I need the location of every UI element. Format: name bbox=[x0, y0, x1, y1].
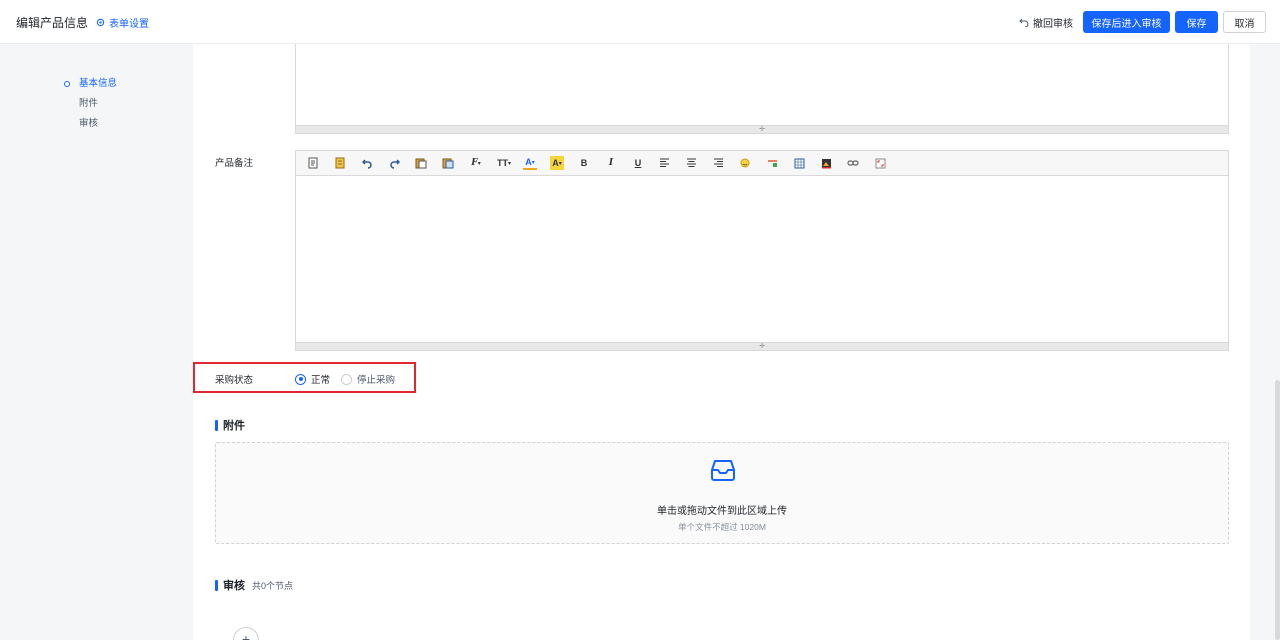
paste-text-icon[interactable] bbox=[441, 156, 455, 170]
form-settings-link[interactable]: 表单设置 bbox=[96, 15, 149, 30]
section-title-text: 审核 bbox=[223, 580, 245, 592]
radio-unchecked-icon[interactable] bbox=[341, 373, 352, 385]
table-icon[interactable] bbox=[792, 156, 806, 170]
undo-arrow-icon bbox=[1019, 18, 1029, 27]
node-count: 共0个节点 bbox=[252, 580, 294, 591]
page-scrollbar[interactable] bbox=[1275, 380, 1280, 640]
active-dot-icon bbox=[64, 81, 70, 87]
resize-grip-icon[interactable]: ✛ bbox=[759, 126, 765, 133]
section-accent-bar bbox=[215, 579, 218, 591]
editor-toolbar: F ▾ TT ▾ A ▾ A ▾ B I U bbox=[296, 151, 1228, 176]
nav-item-label: 附件 bbox=[79, 98, 99, 109]
highlight-color-icon[interactable]: A ▾ bbox=[550, 156, 564, 170]
upload-text: 单击或拖动文件到此区域上传 bbox=[657, 506, 787, 517]
source-icon[interactable] bbox=[306, 156, 320, 170]
editor-resize-bar[interactable]: ✛ bbox=[296, 125, 1228, 133]
radio-normal[interactable]: 正常 bbox=[295, 372, 330, 386]
font-size-icon[interactable]: TT ▾ bbox=[497, 156, 511, 170]
radio-label: 停止采购 bbox=[357, 375, 396, 386]
upload-hint: 单个文件不超过 1020M bbox=[678, 522, 766, 532]
form-settings-label: 表单设置 bbox=[109, 19, 149, 30]
link-icon[interactable] bbox=[846, 156, 860, 170]
attachments-section-title: 附件 bbox=[215, 417, 245, 433]
radio-checked-icon[interactable] bbox=[295, 373, 306, 385]
font-size-glyph: TT bbox=[497, 158, 508, 168]
remark-label: 产品备注 bbox=[215, 158, 254, 169]
save-button[interactable]: 保存 bbox=[1175, 11, 1218, 33]
anchor-nav: 基本信息 附件 审核 bbox=[60, 76, 180, 136]
save-and-review-button[interactable]: 保存后进入审核 bbox=[1083, 11, 1170, 33]
template-icon[interactable] bbox=[333, 156, 347, 170]
nav-item-label: 审核 bbox=[79, 118, 99, 129]
underline-icon[interactable]: U bbox=[631, 156, 645, 170]
page-title: 编辑产品信息 bbox=[16, 16, 89, 30]
nav-item-review[interactable]: 审核 bbox=[60, 116, 180, 136]
nav-item-label: 基本信息 bbox=[79, 78, 118, 89]
cancel-button[interactable]: 取消 bbox=[1223, 11, 1266, 33]
remark-editor[interactable]: F ▾ TT ▾ A ▾ A ▾ B I U ✛ bbox=[295, 150, 1229, 351]
section-accent-bar bbox=[215, 419, 218, 431]
align-right-icon[interactable] bbox=[711, 156, 725, 170]
upload-dropzone[interactable]: 单击或拖动文件到此区域上传 单个文件不超过 1020M bbox=[215, 442, 1229, 544]
italic-icon[interactable]: I bbox=[604, 156, 618, 170]
nav-item-basic-info[interactable]: 基本信息 bbox=[60, 76, 180, 96]
font-color-icon[interactable]: A ▾ bbox=[523, 156, 537, 170]
bold-icon[interactable]: B bbox=[577, 156, 591, 170]
fullscreen-icon[interactable] bbox=[873, 156, 887, 170]
emoji-icon[interactable] bbox=[738, 156, 752, 170]
page-header: 编辑产品信息 表单设置 撤回审核 保存后进入审核 保存 取消 bbox=[0, 0, 1280, 44]
align-center-icon[interactable] bbox=[684, 156, 698, 170]
editor-resize-bar[interactable]: ✛ bbox=[296, 342, 1228, 350]
purchase-status-label: 采购状态 bbox=[215, 375, 254, 386]
horizontal-rule-icon[interactable] bbox=[765, 156, 779, 170]
align-left-icon[interactable] bbox=[657, 156, 671, 170]
font-family-icon[interactable]: F ▾ bbox=[469, 156, 483, 170]
settings-icon bbox=[96, 18, 105, 27]
inbox-icon bbox=[711, 460, 735, 481]
withdraw-review-button[interactable]: 撤回审核 bbox=[1019, 15, 1073, 30]
section-title-text: 附件 bbox=[223, 420, 245, 432]
resize-grip-icon[interactable]: ✛ bbox=[759, 343, 765, 350]
image-icon[interactable] bbox=[819, 156, 833, 170]
review-section-title: 审核 共0个节点 bbox=[215, 577, 293, 593]
previous-rich-text-editor[interactable]: ✛ bbox=[295, 44, 1229, 134]
nav-item-attachments[interactable]: 附件 bbox=[60, 96, 180, 116]
paste-icon[interactable] bbox=[414, 156, 428, 170]
redo-icon[interactable] bbox=[387, 156, 401, 170]
undo-icon[interactable] bbox=[360, 156, 374, 170]
radio-label: 正常 bbox=[311, 375, 331, 386]
withdraw-review-label: 撤回审核 bbox=[1033, 19, 1073, 30]
radio-stop-purchase[interactable]: 停止采购 bbox=[341, 372, 395, 386]
